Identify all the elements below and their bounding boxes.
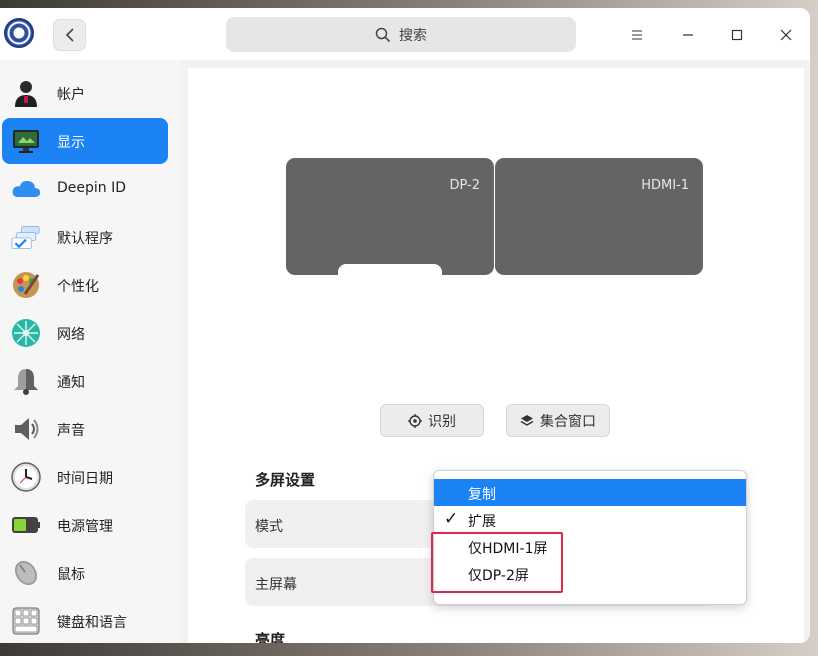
dropdown-option-duplicate[interactable]: 复制: [434, 479, 746, 506]
monitor-label: DP-2: [449, 178, 480, 193]
sidebar-item-datetime[interactable]: 时间日期: [2, 454, 168, 500]
primary-screen-label: 主屏幕: [255, 577, 297, 593]
titlebar: 搜索: [0, 8, 810, 60]
sidebar-item-label: 电源管理: [57, 519, 113, 535]
chevron-left-icon: [65, 28, 74, 42]
sidebar-item-label: 显示: [57, 135, 85, 151]
identify-label: 识别: [428, 413, 456, 430]
annotation-highlight-box: [431, 532, 563, 593]
speaker-icon: [11, 414, 41, 444]
search-icon: [375, 27, 391, 42]
sidebar-item-default-apps[interactable]: 默认程序: [2, 214, 168, 260]
minimize-icon: [683, 34, 693, 36]
gather-windows-label: 集合窗口: [540, 413, 596, 430]
sidebar-item-label: 帐户: [57, 87, 85, 103]
network-icon: [11, 318, 41, 348]
monitor-icon: [11, 126, 41, 156]
palette-icon: [11, 270, 41, 300]
dropdown-option-label: 复制: [468, 487, 496, 503]
layers-icon: [520, 414, 534, 426]
sidebar-item-network[interactable]: 网络: [2, 310, 168, 356]
maximize-button[interactable]: [724, 22, 750, 48]
menu-button[interactable]: [624, 22, 650, 48]
sidebar-item-label: 通知: [57, 375, 85, 391]
sidebar-item-mouse[interactable]: 鼠标: [2, 550, 168, 596]
close-icon: [780, 29, 792, 41]
close-button[interactable]: [773, 22, 799, 48]
clock-icon: [11, 462, 41, 492]
monitor-hdmi-1[interactable]: HDMI-1: [495, 158, 703, 275]
multi-screen-title: 多屏设置: [255, 471, 316, 489]
sidebar-item-label: 时间日期: [57, 471, 113, 487]
sidebar-item-deepin-id[interactable]: Deepin ID: [2, 166, 168, 212]
keyboard-icon: [11, 606, 41, 636]
sidebar-item-keyboard[interactable]: 键盘和语言: [2, 598, 168, 643]
identify-button[interactable]: 识别: [380, 404, 484, 437]
bell-icon: [11, 366, 41, 396]
default-apps-icon: [11, 222, 41, 252]
sidebar-item-account[interactable]: 帐户: [2, 70, 168, 116]
settings-window: 搜索 帐户 显示 Deepin ID 默认程序 个性化 网络 通知 声音 时间日…: [0, 8, 810, 643]
maximize-icon: [731, 29, 743, 41]
sidebar-item-power[interactable]: 电源管理: [2, 502, 168, 548]
sidebar-item-personalization[interactable]: 个性化: [2, 262, 168, 308]
user-icon: [11, 78, 41, 108]
sidebar-item-label: Deepin ID: [57, 180, 127, 196]
gather-windows-button[interactable]: 集合窗口: [506, 404, 610, 437]
sidebar: 帐户 显示 Deepin ID 默认程序 个性化 网络 通知 声音 时间日期 电…: [0, 60, 180, 643]
sidebar-item-label: 个性化: [57, 279, 99, 295]
menu-icon: [632, 30, 642, 40]
monitor-label: HDMI-1: [641, 178, 689, 193]
dropdown-option-extend[interactable]: ✓ 扩展: [434, 506, 746, 533]
back-button[interactable]: [53, 19, 86, 51]
battery-icon: [11, 510, 41, 540]
sidebar-item-label: 默认程序: [57, 231, 113, 247]
sidebar-item-label: 网络: [57, 327, 85, 343]
checkmark-icon: ✓: [444, 509, 459, 529]
cloud-icon: [11, 174, 41, 204]
sidebar-item-label: 键盘和语言: [57, 615, 127, 631]
monitor-dp-2[interactable]: DP-2: [286, 158, 494, 276]
settings-app-icon: [4, 18, 34, 48]
sidebar-item-display[interactable]: 显示: [2, 118, 168, 164]
mode-label: 模式: [255, 519, 283, 535]
search-input[interactable]: 搜索: [226, 17, 576, 52]
sidebar-item-label: 声音: [57, 423, 85, 439]
mouse-icon: [11, 558, 41, 588]
brightness-title: 亮度: [255, 631, 286, 643]
sidebar-item-label: 鼠标: [57, 567, 85, 583]
search-label: 搜索: [399, 27, 427, 44]
target-icon: [408, 413, 422, 428]
sidebar-item-sound[interactable]: 声音: [2, 406, 168, 452]
primary-monitor-indicator: [338, 264, 442, 276]
minimize-button[interactable]: [675, 22, 701, 48]
dropdown-option-label: 扩展: [468, 514, 496, 530]
sidebar-item-notifications[interactable]: 通知: [2, 358, 168, 404]
